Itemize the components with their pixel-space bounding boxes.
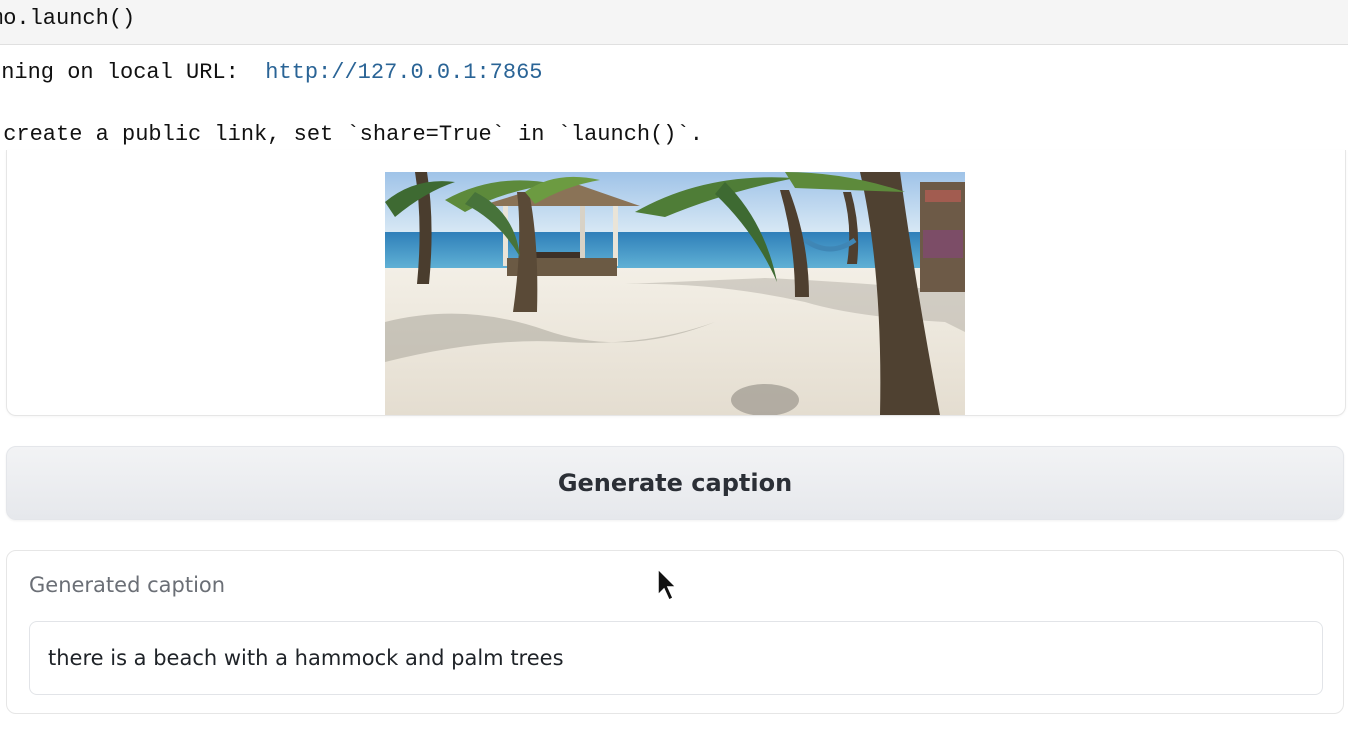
output-text: nning on local URL: <box>0 60 266 85</box>
output-line-url: nning on local URL: http://127.0.0.1:786… <box>0 60 543 85</box>
code-cell[interactable]: mo.launch() <box>0 0 1348 45</box>
beach-image <box>385 172 965 415</box>
mouse-pointer-icon <box>656 567 678 602</box>
output-line-share-hint: create a public link, set `share=True` i… <box>0 122 703 147</box>
generate-caption-button[interactable]: Generate caption <box>6 446 1344 520</box>
code-line: mo.launch() <box>0 6 136 31</box>
caption-textbox[interactable]: there is a beach with a hammock and palm… <box>29 621 1323 695</box>
local-url-link[interactable]: http://127.0.0.1:7865 <box>265 60 542 85</box>
caption-label: Generated caption <box>29 573 226 597</box>
